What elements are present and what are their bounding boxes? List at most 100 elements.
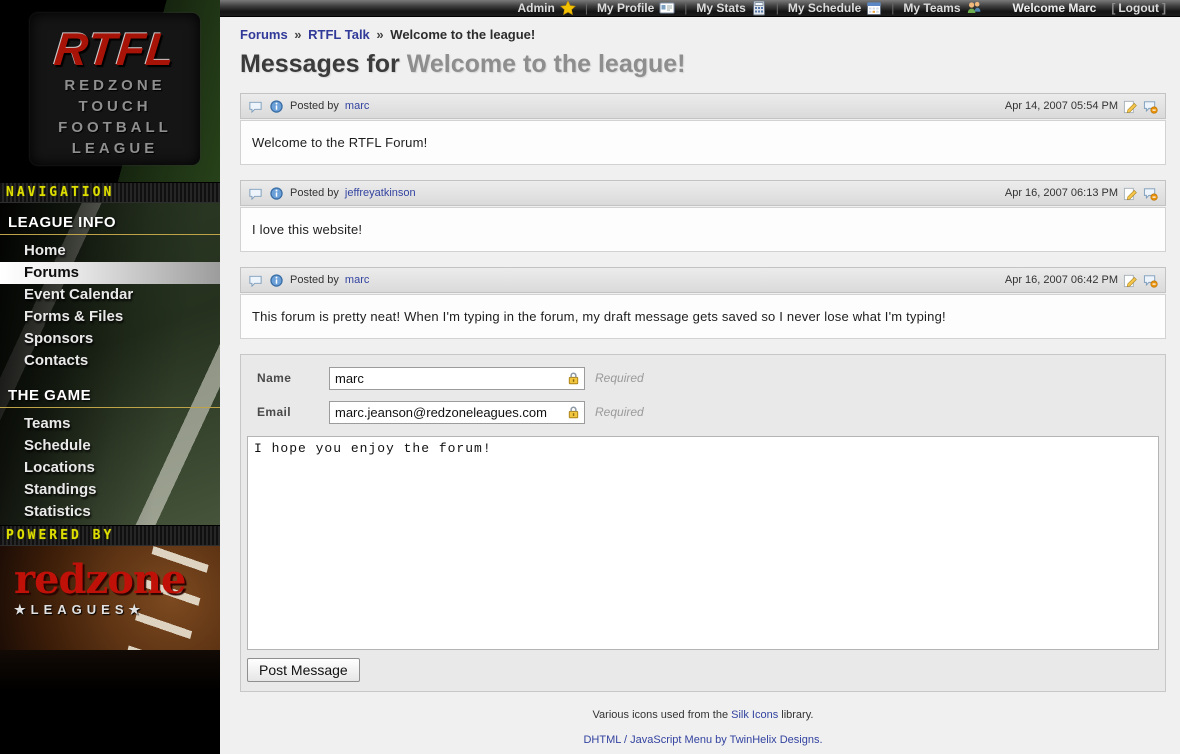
sidebar-item-standings[interactable]: Standings [0,479,220,501]
twinhelix-link[interactable]: DHTML / JavaScript Menu by TwinHelix Des… [583,734,822,746]
topbar-my-stats-link[interactable]: My Stats [696,0,766,16]
posted-by-label: Posted by [290,274,339,286]
forum-post: Posted by marc Apr 14, 2007 05:54 PM Wel… [240,93,1166,165]
logo-line: LEAGUE [30,138,200,159]
menu-credit: DHTML / JavaScript Menu by TwinHelix Des… [240,734,1166,746]
edit-icon[interactable] [1123,186,1138,201]
email-field[interactable] [329,401,585,424]
breadcrumb-current: Welcome to the league! [390,27,535,42]
breadcrumb-rtfl-talk-link[interactable]: RTFL Talk [308,27,370,42]
logo-acronym: RTFL [27,23,202,75]
post-header: Posted by marc Apr 16, 2007 06:42 PM [240,267,1166,293]
logout-bracket: [ [1111,1,1115,15]
calendar-icon [866,0,882,16]
logo-line: FOOTBALL [30,117,200,138]
logout-bracket: ] [1162,1,1166,15]
edit-icon[interactable] [1123,99,1138,114]
sidebar-item-home[interactable]: Home [0,240,220,262]
redzone-leagues-logo[interactable]: redzone ★LEAGUES★ [0,546,220,650]
sidebar-item-forums[interactable]: Forums [0,262,220,284]
post-body: Welcome to the RTFL Forum! [240,120,1166,165]
author-link[interactable]: jeffreyatkinson [345,187,416,199]
forum-post: Posted by jeffreyatkinson Apr 16, 2007 0… [240,180,1166,252]
menu-section-the-game: THE GAME [0,382,220,408]
calculator-icon [751,0,767,16]
lock-icon [566,405,581,420]
sidebar-item-event-calendar[interactable]: Event Calendar [0,284,220,306]
sidebar-item-teams[interactable]: Teams [0,413,220,435]
message-textarea[interactable]: I hope you enjoy the forum! [247,436,1159,650]
post-header: Posted by marc Apr 14, 2007 05:54 PM [240,93,1166,119]
logo-line: TOUCH [30,96,200,117]
redzone-logo-text: redzone [14,560,220,600]
logout-link[interactable]: Logout [1118,1,1159,15]
breadcrumb-separator: » [291,27,304,42]
silk-icons-link[interactable]: Silk Icons [731,709,778,721]
posted-by-label: Posted by [290,100,339,112]
group-icon [966,0,982,16]
star-icon [560,0,576,16]
redzone-logo-subtext: ★LEAGUES★ [14,602,220,618]
sidebar: RTFL REDZONE TOUCH FOOTBALL LEAGUE NAVIG… [0,0,220,754]
breadcrumb-separator: » [373,27,386,42]
delete-comment-icon[interactable] [1143,99,1158,114]
sidebar-item-forms-files[interactable]: Forms & Files [0,306,220,328]
posted-by-label: Posted by [290,187,339,199]
league-logo: RTFL REDZONE TOUCH FOOTBALL LEAGUE [0,0,220,182]
sidebar-item-sponsors[interactable]: Sponsors [0,328,220,350]
page-footer: Various icons used from the Silk Icons l… [240,692,1166,746]
comment-icon [248,186,263,201]
author-link[interactable]: marc [345,100,369,112]
post-body: I love this website! [240,207,1166,252]
sidebar-item-contacts[interactable]: Contacts [0,350,220,372]
name-field[interactable] [329,367,585,390]
app-window: RTFL REDZONE TOUCH FOOTBALL LEAGUE NAVIG… [0,0,1180,754]
required-label: Required [595,405,644,419]
sidebar-item-statistics[interactable]: Statistics [0,501,220,523]
powered-by-header: POWERED BY [0,525,220,546]
topbar-admin-link[interactable]: Admin [517,0,575,16]
sidebar-menu: LEAGUE INFO Home Forums Event Calendar F… [0,203,220,525]
email-label: Email [247,405,329,419]
info-icon[interactable] [269,273,284,288]
sidebar-item-locations[interactable]: Locations [0,457,220,479]
topbar-my-teams-link[interactable]: My Teams [903,0,981,16]
post-body: This forum is pretty neat! When I'm typi… [240,294,1166,339]
post-date: Apr 14, 2007 05:54 PM [1005,100,1118,112]
post-header: Posted by jeffreyatkinson Apr 16, 2007 0… [240,180,1166,206]
sidebar-filler [0,650,220,754]
logo-line: REDZONE [30,75,200,96]
topbar-separator: | [891,1,894,15]
icons-credit: Various icons used from the Silk Icons l… [240,709,1166,721]
required-label: Required [595,371,644,385]
welcome-text: Welcome Marc [1013,1,1097,15]
topbar-separator: | [684,1,687,15]
page-title-topic: Welcome to the league! [407,50,686,78]
page-title: Messages for Welcome to the league! [240,50,1166,79]
navigation-header: NAVIGATION [0,182,220,203]
lock-icon [566,371,581,386]
topbar-separator: | [585,1,588,15]
comment-icon [248,273,263,288]
post-date: Apr 16, 2007 06:13 PM [1005,187,1118,199]
post-date: Apr 16, 2007 06:42 PM [1005,274,1118,286]
sidebar-item-schedule[interactable]: Schedule [0,435,220,457]
vcard-icon [659,0,675,16]
breadcrumb-forums-link[interactable]: Forums [240,27,288,42]
delete-comment-icon[interactable] [1143,186,1158,201]
edit-icon[interactable] [1123,273,1138,288]
author-link[interactable]: marc [345,274,369,286]
menu-section-league-info: LEAGUE INFO [0,209,220,235]
name-label: Name [247,371,329,385]
comment-icon [248,99,263,114]
post-message-form: Name Required Email Required I hope you [240,354,1166,692]
topbar-separator: | [776,1,779,15]
info-icon[interactable] [269,186,284,201]
topbar-my-profile-link[interactable]: My Profile [597,0,675,16]
topbar-my-schedule-link[interactable]: My Schedule [788,0,882,16]
delete-comment-icon[interactable] [1143,273,1158,288]
info-icon[interactable] [269,99,284,114]
topbar: Admin | My Profile | My Stats | My Sched… [220,0,1180,17]
post-message-button[interactable]: Post Message [247,658,360,682]
forum-post: Posted by marc Apr 16, 2007 06:42 PM Thi… [240,267,1166,339]
